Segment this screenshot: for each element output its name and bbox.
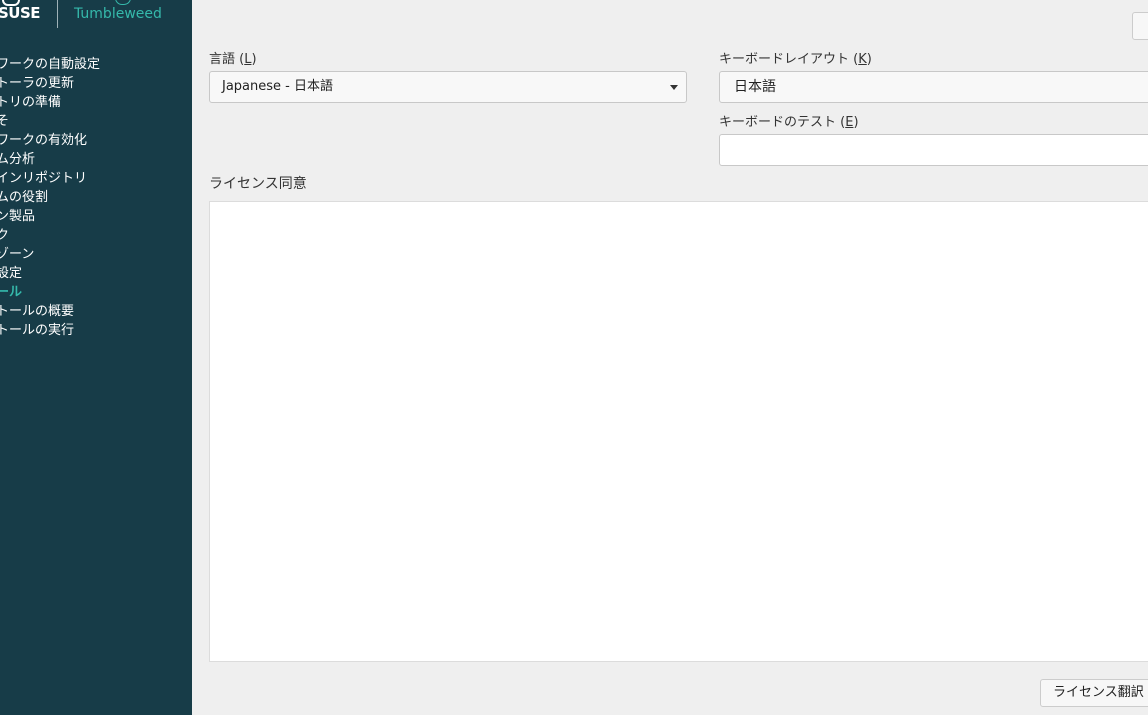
main-panel: 言語 (L) Japanese - 日本語 キーボードレイアウト (K) 日本語… — [192, 0, 1148, 715]
sidebar-step: ール — [0, 285, 23, 300]
brand-logo: SUSE — [0, 4, 41, 22]
keyboard-test-input[interactable] — [719, 134, 1148, 166]
installer-window: SUSE Tumbleweed ワークの自動設定 トーラの更新 トリの準備そワークの… — [0, 0, 1148, 715]
tumbleweed-logo-icon — [115, 0, 131, 5]
sidebar-step: インリポジトリ — [0, 171, 88, 186]
sidebar-step: トリの準備 — [0, 95, 62, 110]
sidebar-step: ワークの有効化 — [0, 133, 88, 148]
brand-divider — [57, 0, 58, 28]
license-text-area[interactable] — [209, 201, 1148, 662]
language-select[interactable]: Japanese - 日本語 — [209, 71, 687, 103]
keyboard-test-label: キーボードのテスト (E) — [719, 115, 859, 130]
brand-product: Tumbleweed — [74, 6, 162, 22]
sidebar-step: ゾーン — [0, 247, 35, 262]
sidebar-step: ク — [0, 228, 10, 243]
sidebar-step: ムの役割 — [0, 190, 49, 205]
sidebar-step: そ — [0, 114, 10, 129]
license-translation-button[interactable]: ライセンス翻訳 — [1040, 679, 1148, 707]
installation-steps: ワークの自動設定 トーラの更新 トリの準備そワークの有効化 ム分析インリポジトリ ムの役… — [0, 55, 100, 340]
language-select-value: Japanese - 日本語 — [222, 79, 333, 94]
sidebar-step: トールの概要 — [0, 304, 75, 319]
keyboard-layout-value: 日本語 — [734, 79, 776, 95]
sidebar: SUSE Tumbleweed ワークの自動設定 トーラの更新 トリの準備そワークの… — [0, 0, 192, 715]
top-right-button[interactable] — [1132, 12, 1148, 40]
sidebar-step: トーラの更新 — [0, 76, 75, 91]
brand: SUSE Tumbleweed — [0, 0, 192, 40]
sidebar-step: ン製品 — [0, 209, 36, 224]
language-label: 言語 (L) — [209, 52, 257, 67]
sidebar-step: ム分析 — [0, 152, 36, 167]
sidebar-step: ワークの自動設定 — [0, 57, 101, 72]
keyboard-layout-label: キーボードレイアウト (K) — [719, 52, 872, 67]
sidebar-step: トールの実行 — [0, 323, 75, 338]
license-label: ライセンス同意 — [209, 176, 307, 192]
chevron-down-icon — [670, 85, 678, 90]
keyboard-layout-select[interactable]: 日本語 — [719, 71, 1148, 103]
sidebar-step: 設定 — [0, 266, 23, 281]
